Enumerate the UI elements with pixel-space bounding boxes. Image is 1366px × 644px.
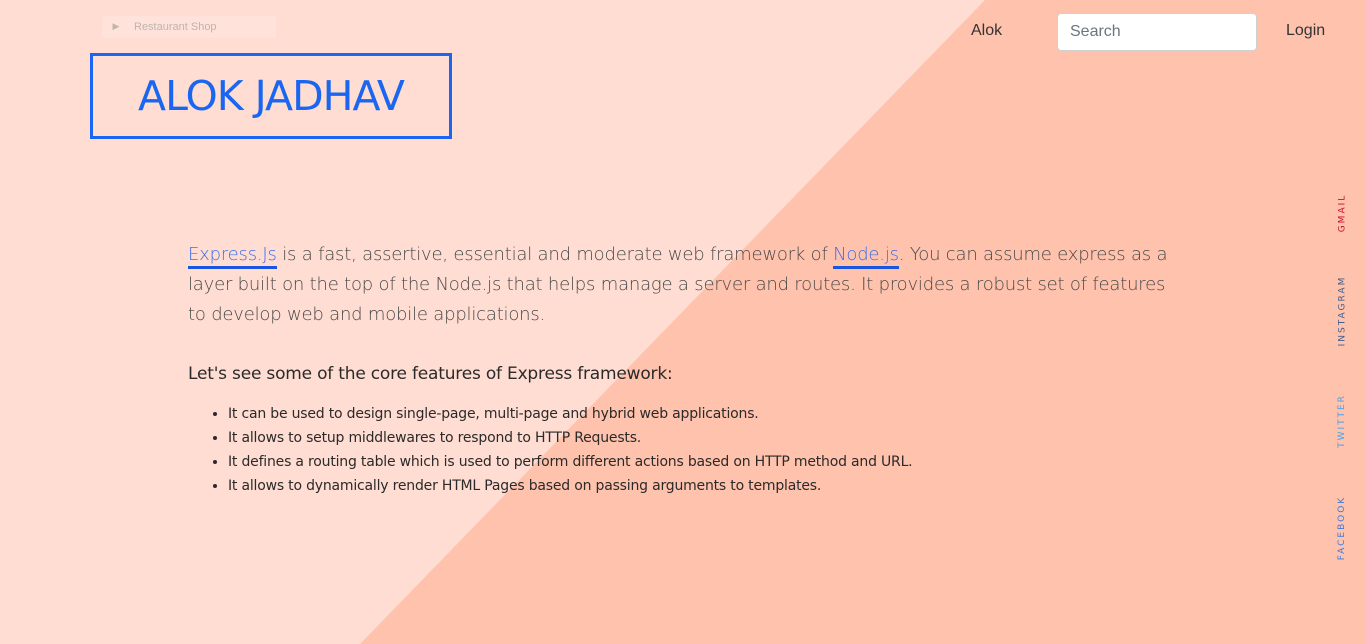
social-link-instagram[interactable]: INSTAGRAM	[1328, 270, 1356, 352]
login-link[interactable]: Login	[1286, 22, 1325, 40]
express-link[interactable]: Express.Js	[188, 244, 277, 269]
nodejs-link[interactable]: Node.js	[833, 244, 899, 269]
browser-tab-label: Restaurant Shop	[134, 21, 217, 33]
feature-item: It allows to setup middlewares to respon…	[228, 426, 1178, 450]
feature-item: It defines a routing table which is used…	[228, 450, 1178, 474]
intro-paragraph: Express.Js is a fast, assertive, essenti…	[188, 240, 1178, 330]
social-link-facebook[interactable]: FACEBOOK	[1328, 490, 1356, 566]
social-label-gmail: GMAIL	[1337, 193, 1348, 233]
nav-user-link[interactable]: Alok	[971, 22, 1002, 40]
search-input[interactable]	[1057, 13, 1257, 51]
play-icon: ▶	[112, 22, 120, 32]
features-heading: Let's see some of the core features of E…	[188, 364, 673, 384]
social-label-instagram: INSTAGRAM	[1337, 275, 1347, 347]
site-logo[interactable]: ALOK JADHAV	[90, 53, 452, 139]
logo-text: ALOK JADHAV	[138, 72, 405, 120]
main-content: Express.Js is a fast, assertive, essenti…	[188, 240, 1178, 498]
browser-tab-overlay[interactable]: ▶ Restaurant Shop	[102, 16, 276, 38]
social-label-twitter: TWITTER	[1337, 394, 1348, 448]
intro-text-1: is a fast, assertive, essential and mode…	[276, 244, 834, 265]
social-link-twitter[interactable]: TWITTER	[1328, 388, 1356, 454]
feature-item: It allows to dynamically render HTML Pag…	[228, 474, 1178, 498]
feature-item: It can be used to design single-page, mu…	[228, 402, 1178, 426]
social-link-gmail[interactable]: GMAIL	[1328, 188, 1356, 238]
social-label-facebook: FACEBOOK	[1337, 495, 1347, 561]
features-list: It can be used to design single-page, mu…	[188, 402, 1178, 498]
